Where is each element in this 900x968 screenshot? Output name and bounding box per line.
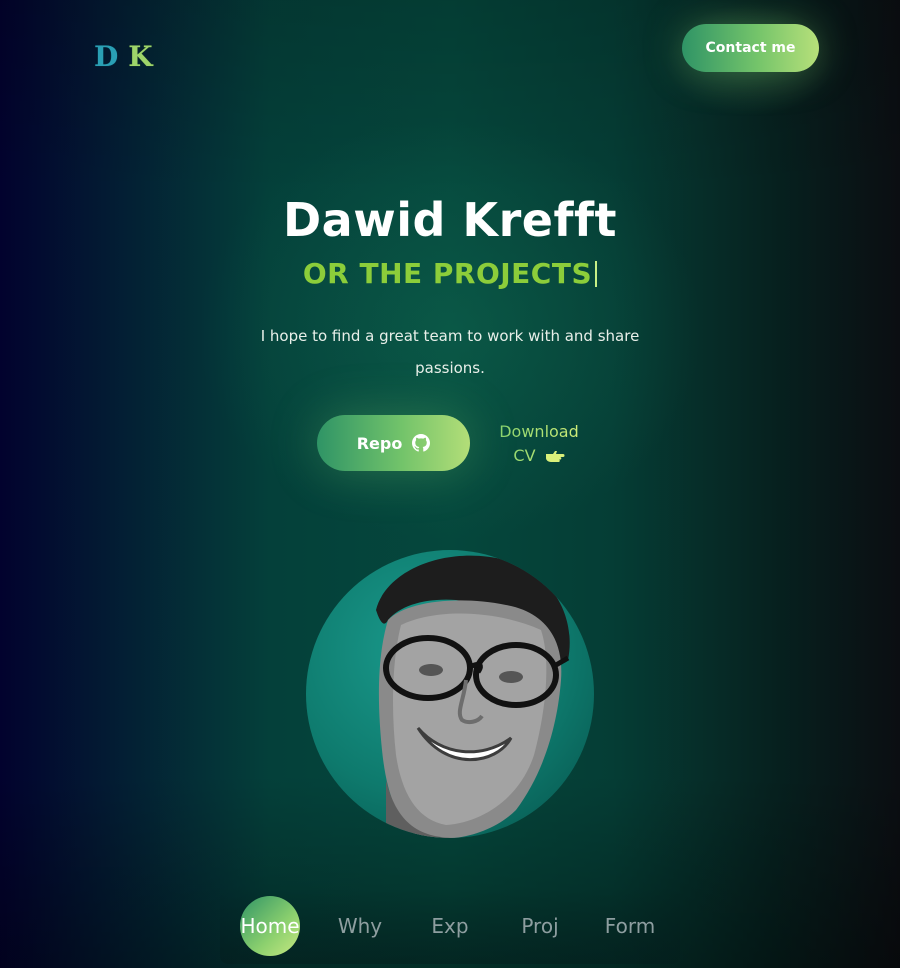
hero-name: Dawid Krefft bbox=[283, 193, 617, 247]
bottom-nav: Home Why Exp Proj Form bbox=[220, 888, 680, 964]
profile-photo-illustration bbox=[376, 555, 570, 838]
nav-item-why[interactable]: Why bbox=[330, 896, 390, 956]
logo-letter-k: K bbox=[128, 40, 155, 73]
github-icon bbox=[412, 434, 431, 452]
nav-item-home[interactable]: Home bbox=[240, 896, 300, 956]
logo-letter-d: D bbox=[94, 40, 121, 73]
profile-photo bbox=[306, 550, 594, 838]
typed-text: OR THE PROJECTS bbox=[302, 257, 593, 290]
repo-label: Repo bbox=[356, 433, 403, 453]
logo[interactable]: D K bbox=[94, 40, 155, 73]
contact-me-button[interactable]: Contact me bbox=[682, 24, 819, 72]
typing-caret bbox=[595, 261, 598, 287]
download-cv-link[interactable]: Download CV bbox=[488, 420, 590, 468]
repo-button[interactable]: Repo bbox=[317, 415, 470, 471]
download-cv-label: Download CV bbox=[499, 422, 579, 465]
pointing-hand-icon bbox=[545, 451, 565, 462]
nav-item-form[interactable]: Form bbox=[600, 896, 660, 956]
hero-typed-text: OR THE PROJECTS bbox=[0, 257, 900, 290]
nav-item-exp[interactable]: Exp bbox=[420, 896, 480, 956]
nav-item-proj[interactable]: Proj bbox=[510, 896, 570, 956]
hero-description: I hope to find a great team to work with… bbox=[260, 327, 640, 377]
